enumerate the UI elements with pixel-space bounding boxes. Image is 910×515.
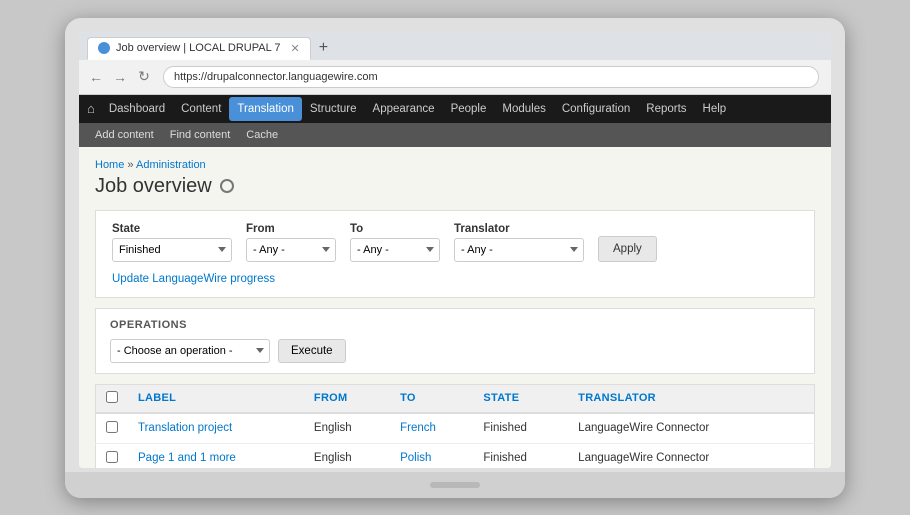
row2-to-link[interactable]: Polish [400, 452, 431, 464]
sub-nav-find-content[interactable]: Find content [162, 125, 239, 145]
sub-nav-cache[interactable]: Cache [238, 125, 286, 145]
back-button[interactable]: ← [87, 68, 105, 86]
header-translator: TRANSLATOR [568, 384, 814, 413]
state-select[interactable]: Finished - Any - Active Aborted [112, 238, 232, 262]
row2-checkbox[interactable] [106, 451, 118, 463]
gear-icon[interactable] [220, 179, 234, 193]
table-row: Translation project English French Finis… [96, 413, 815, 444]
header-checkbox-col [96, 384, 129, 413]
page-title: Job overview [95, 175, 815, 198]
breadcrumb: Home » Administration [95, 159, 815, 171]
reload-button[interactable]: ↻ [135, 68, 153, 86]
header-label: LABEL [128, 384, 304, 413]
nav-item-configuration[interactable]: Configuration [554, 97, 638, 121]
row2-state: Finished [473, 443, 568, 468]
table-row: Page 1 and 1 more English Polish Finishe… [96, 443, 815, 468]
row2-from: English [304, 443, 390, 468]
row2-label-link[interactable]: Page 1 and 1 more [138, 452, 236, 464]
to-label: To [350, 223, 440, 235]
filter-form: State Finished - Any - Active Aborted Fr… [95, 210, 815, 298]
update-languagewire-link[interactable]: Update LanguageWire progress [112, 273, 275, 285]
nav-item-dashboard[interactable]: Dashboard [101, 97, 173, 121]
row2-to: Polish [390, 443, 473, 468]
browser-toolbar: ← → ↻ [79, 60, 831, 95]
header-state: STATE [473, 384, 568, 413]
active-tab[interactable]: Job overview | LOCAL DRUPAL 7 ✕ [87, 37, 311, 60]
page-content: Home » Administration Job overview State… [79, 147, 831, 468]
to-select[interactable]: - Any - French Polish [350, 238, 440, 262]
breadcrumb-admin[interactable]: Administration [136, 159, 206, 171]
sub-nav-add-content[interactable]: Add content [87, 125, 162, 145]
row2-translator: LanguageWire Connector [568, 443, 814, 468]
home-icon[interactable]: ⌂ [87, 101, 95, 116]
translator-label: Translator [454, 223, 584, 235]
to-filter-group: To - Any - French Polish [350, 223, 440, 262]
row1-label: Translation project [128, 413, 304, 444]
breadcrumb-home[interactable]: Home [95, 159, 124, 171]
table-header-row: LABEL FROM TO STATE TRANSLATOR [96, 384, 815, 413]
state-label: State [112, 223, 232, 235]
sub-navigation: Add content Find content Cache [79, 123, 831, 147]
nav-item-reports[interactable]: Reports [638, 97, 694, 121]
state-filter-group: State Finished - Any - Active Aborted [112, 223, 232, 262]
operations-section: OPERATIONS - Choose an operation - Execu… [95, 308, 815, 374]
operations-row: - Choose an operation - Execute [110, 339, 800, 363]
forward-button[interactable]: → [111, 68, 129, 86]
main-navigation: ⌂ Dashboard Content Translation Structur… [79, 95, 831, 123]
row1-checkbox[interactable] [106, 421, 118, 433]
laptop-frame: Job overview | LOCAL DRUPAL 7 ✕ + ← → ↻ … [65, 18, 845, 498]
operations-select[interactable]: - Choose an operation - [110, 339, 270, 363]
laptop-notch [430, 482, 480, 488]
tab-close-button[interactable]: ✕ [290, 42, 299, 55]
nav-item-appearance[interactable]: Appearance [365, 97, 443, 121]
nav-item-help[interactable]: Help [695, 97, 735, 121]
filter-row: State Finished - Any - Active Aborted Fr… [112, 223, 798, 262]
tab-bar: Job overview | LOCAL DRUPAL 7 ✕ + [79, 32, 831, 60]
from-filter-group: From - Any - English [246, 223, 336, 262]
translator-filter-group: Translator - Any - LanguageWire Connecto… [454, 223, 584, 262]
browser-window: Job overview | LOCAL DRUPAL 7 ✕ + ← → ↻ … [79, 32, 831, 468]
jobs-table: LABEL FROM TO STATE TRANSLATOR Translati… [95, 384, 815, 468]
nav-item-people[interactable]: People [443, 97, 495, 121]
header-to: TO [390, 384, 473, 413]
row1-label-link[interactable]: Translation project [138, 422, 232, 434]
new-tab-button[interactable]: + [313, 40, 334, 60]
header-from: FROM [304, 384, 390, 413]
address-bar[interactable] [163, 66, 819, 88]
tab-favicon [98, 42, 110, 54]
row1-state: Finished [473, 413, 568, 444]
row1-to-link[interactable]: French [400, 422, 436, 434]
operations-title: OPERATIONS [110, 319, 800, 331]
row1-translator: LanguageWire Connector [568, 413, 814, 444]
apply-button[interactable]: Apply [598, 236, 657, 262]
row1-from: English [304, 413, 390, 444]
page-title-text: Job overview [95, 175, 212, 198]
row1-checkbox-cell [96, 413, 129, 444]
from-select[interactable]: - Any - English [246, 238, 336, 262]
nav-item-structure[interactable]: Structure [302, 97, 365, 121]
tab-title: Job overview | LOCAL DRUPAL 7 [116, 42, 280, 54]
nav-item-modules[interactable]: Modules [494, 97, 553, 121]
select-all-checkbox[interactable] [106, 391, 118, 403]
from-label: From [246, 223, 336, 235]
breadcrumb-separator: » [127, 159, 136, 171]
row1-to: French [390, 413, 473, 444]
nav-item-content[interactable]: Content [173, 97, 229, 121]
laptop-base [65, 472, 845, 498]
nav-item-translation[interactable]: Translation [229, 97, 301, 121]
row2-checkbox-cell [96, 443, 129, 468]
execute-button[interactable]: Execute [278, 339, 346, 363]
translator-select[interactable]: - Any - LanguageWire Connector File tran… [454, 238, 584, 262]
row2-label: Page 1 and 1 more [128, 443, 304, 468]
